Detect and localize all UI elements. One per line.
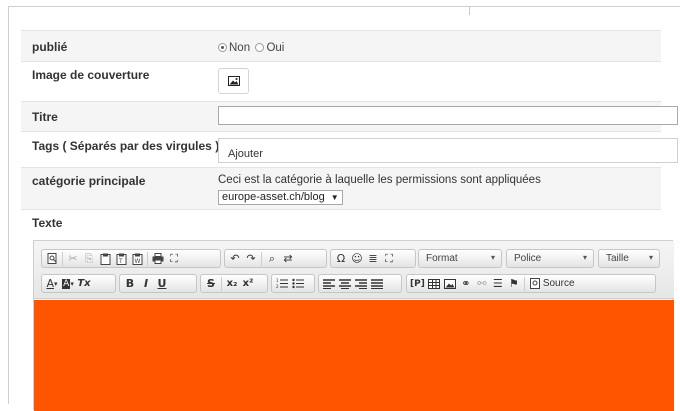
cover-label: Image de couverture [32,68,150,82]
category-selected-value: europe-asset.ch/blog [222,191,325,203]
toolbar-group-clipboard: ✂ ⎘ T W ⛶ [41,249,221,268]
source-label: Source [542,278,575,289]
paste-icon[interactable] [97,250,113,267]
align-left-icon[interactable] [321,275,337,292]
tags-input[interactable]: Ajouter [218,138,678,163]
table-icon[interactable] [426,275,442,292]
redo-icon[interactable]: ↷ [243,250,259,267]
superscript-icon[interactable]: x² [240,275,256,292]
text-color-button[interactable]: A ▾ [44,275,60,292]
size-combo[interactable]: Taille ▾ [598,249,660,268]
paste-text-icon[interactable]: T [113,250,129,267]
undo-icon[interactable]: ↶ [227,250,243,267]
align-right-icon[interactable] [353,275,369,292]
toolbar-group-basic: B I U [119,274,197,293]
published-yes-radio[interactable] [255,43,265,52]
size-combo-label: Taille [606,253,629,264]
maximize-icon[interactable]: ⛶ [166,250,182,267]
toolbar-group-align [318,274,402,293]
numbered-list-icon[interactable]: 12 [274,275,290,292]
paste-word-icon[interactable]: W [129,250,145,267]
tags-add-text: Ajouter [228,148,263,160]
chevron-down-icon: ▾ [582,253,587,262]
cut-icon[interactable]: ✂ [65,250,81,267]
chevron-down-icon: ▾ [490,253,495,262]
tags-row: Tags ( Séparés par des virgules ) Ajoute… [21,131,678,167]
text-label: Texte [32,216,63,230]
category-help: Ceci est la catégorie à laquelle les per… [218,174,541,186]
paragraph-icon[interactable]: [P] [409,275,426,292]
toolbar-group-insert-2: [P] ⚭ ⚯ ☰ ⚑ Source [406,274,656,293]
svg-text:2: 2 [276,284,279,289]
toolbar-group-script: S x₂ x² [200,274,268,293]
chevron-down-icon: ▾ [648,253,653,262]
title-row: Titre [21,101,678,131]
toolbar-group-lists: 12 [271,274,315,293]
published-no-radio[interactable] [218,43,227,52]
remove-format-icon[interactable]: Tx [76,275,92,292]
toolbar-group-insert: Ω ☺ ≣ ⛶ [330,249,416,268]
category-select-wrap: europe-asset.ch/blog ▼ [218,189,343,205]
format-combo-label: Format [426,253,458,264]
flag-icon[interactable]: ⚑ [506,275,522,292]
copy-icon[interactable]: ⎘ [81,250,97,267]
published-no-label: Non [229,42,251,54]
unlink-icon[interactable]: ⚯ [474,275,490,292]
special-char-icon[interactable]: Ω [333,250,349,267]
tags-label: Tags ( Séparés par des virgules ) [32,139,220,153]
smiley-icon[interactable]: ☺ [349,250,365,267]
category-row: catégorie principale Ceci est la catégor… [21,167,661,209]
align-center-icon[interactable] [337,275,353,292]
bg-color-button[interactable]: A ▾ [60,275,76,292]
format-combo[interactable]: Format ▾ [418,249,502,268]
page-break-icon[interactable]: ≣ [365,250,381,267]
svg-text:1: 1 [276,278,279,283]
editor-content-area[interactable] [34,300,674,411]
category-label: catégorie principale [32,174,146,188]
subscript-icon[interactable]: x₂ [224,275,240,292]
text-color-icon: A [46,277,54,290]
editor-toolbar: ✂ ⎘ T W ⛶ ↶ ↷ ⌕ ⇄ Ω ☺ ≣ ⛶ Format ▾ Polic… [34,241,674,299]
toolbar-group-colors: A ▾ A ▾ Tx [41,274,116,293]
published-label: publié [32,40,68,54]
divider [469,7,470,15]
link-icon[interactable]: ⚭ [458,275,474,292]
published-yes-label: Oui [266,42,285,54]
source-button[interactable]: Source [527,275,578,292]
fullscreen-icon[interactable]: ⛶ [381,250,397,267]
text-row: Texte [21,209,661,240]
print-icon[interactable] [150,250,166,267]
source-icon [529,278,540,289]
horizontal-rule-icon[interactable]: ☰ [490,275,506,292]
image-icon [227,76,240,86]
strikethrough-icon[interactable]: S [203,275,219,292]
find-icon[interactable]: ⌕ [264,250,280,267]
cover-image-button[interactable] [218,68,249,94]
published-row: publié Non Oui [21,30,661,61]
toolbar-group-undo: ↶ ↷ ⌕ ⇄ [224,249,327,268]
image-icon[interactable] [442,275,458,292]
published-options: Non Oui [218,40,286,54]
cover-row: Image de couverture [21,61,661,101]
font-combo[interactable]: Police ▾ [506,249,594,268]
svg-text:W: W [134,258,140,265]
font-combo-label: Police [514,253,542,264]
italic-icon[interactable]: I [138,275,154,292]
bulleted-list-icon[interactable] [290,275,306,292]
preview-icon[interactable] [44,250,60,267]
underline-icon[interactable]: U [154,275,170,292]
align-justify-icon[interactable] [369,275,385,292]
rich-text-editor: ✂ ⎘ T W ⛶ ↶ ↷ ⌕ ⇄ Ω ☺ ≣ ⛶ Format ▾ Polic… [33,240,674,411]
svg-text:T: T [118,258,123,265]
chevron-down-icon: ▼ [330,193,339,202]
bg-color-icon: A [62,278,71,289]
category-select[interactable]: europe-asset.ch/blog ▼ [218,190,343,205]
title-input[interactable] [218,106,678,125]
title-label: Titre [32,110,58,124]
replace-icon[interactable]: ⇄ [280,250,296,267]
bold-icon[interactable]: B [122,275,138,292]
